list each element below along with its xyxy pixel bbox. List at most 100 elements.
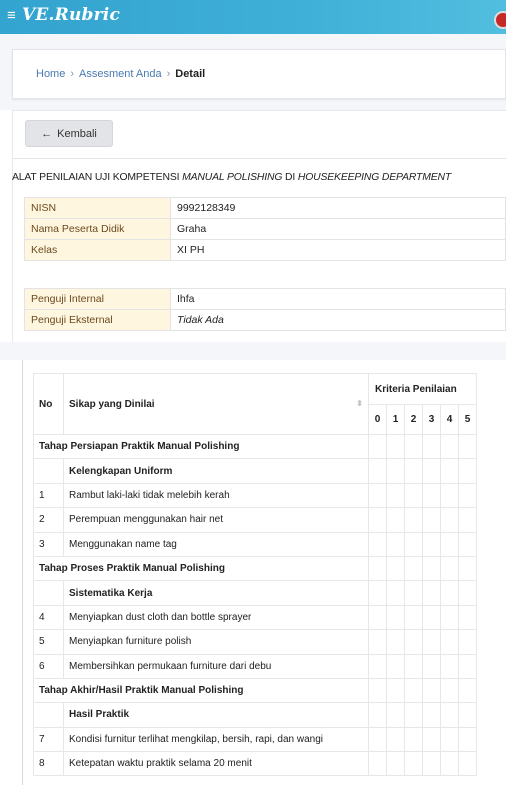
score-cell[interactable]: [404, 482, 423, 509]
score-cell[interactable]: [458, 677, 477, 704]
score-cell[interactable]: [458, 751, 477, 777]
score-cell[interactable]: [368, 458, 387, 484]
score-cell[interactable]: [368, 507, 387, 533]
score-cell[interactable]: [368, 677, 387, 704]
score-cell[interactable]: [404, 751, 423, 777]
score-cell[interactable]: [440, 604, 459, 631]
score-cell[interactable]: [458, 458, 477, 484]
column-header-no[interactable]: No: [33, 373, 64, 435]
score-cell[interactable]: [458, 433, 477, 460]
score-cell[interactable]: [368, 629, 387, 655]
score-cell[interactable]: [404, 555, 423, 582]
score-cell[interactable]: [404, 653, 423, 679]
table-row: Tahap Akhir/Hasil Praktik Manual Polishi…: [33, 677, 477, 704]
score-cell[interactable]: [440, 531, 459, 557]
score-cell[interactable]: [440, 629, 459, 655]
score-cell[interactable]: [422, 702, 441, 728]
score-cell[interactable]: [458, 507, 477, 533]
score-cell[interactable]: [368, 653, 387, 679]
score-cell[interactable]: [386, 702, 405, 728]
score-cell[interactable]: [386, 555, 405, 582]
score-cell[interactable]: [422, 604, 441, 631]
score-cell[interactable]: [440, 580, 459, 606]
score-cell[interactable]: [404, 629, 423, 655]
score-cell[interactable]: [368, 604, 387, 631]
score-cell[interactable]: [368, 433, 387, 460]
score-cell[interactable]: [458, 580, 477, 606]
breadcrumb-assessment[interactable]: Assesment Anda: [79, 68, 162, 80]
score-cell[interactable]: [404, 702, 423, 728]
score-cell[interactable]: [422, 726, 441, 753]
avatar-icon[interactable]: [494, 11, 506, 29]
score-cell[interactable]: [458, 629, 477, 655]
score-cell[interactable]: [386, 751, 405, 777]
score-cell[interactable]: [386, 726, 405, 753]
score-cell[interactable]: [440, 433, 459, 460]
score-cell[interactable]: [386, 433, 405, 460]
score-cell[interactable]: [386, 507, 405, 533]
score-cell[interactable]: [440, 482, 459, 509]
score-cell[interactable]: [440, 677, 459, 704]
score-cell[interactable]: [422, 677, 441, 704]
table-row: Kelengkapan Uniform: [33, 458, 477, 484]
score-cell[interactable]: [440, 702, 459, 728]
score-cell[interactable]: [440, 726, 459, 753]
hamburger-menu-icon[interactable]: ≡: [7, 8, 16, 23]
score-cell[interactable]: [422, 458, 441, 484]
score-cell[interactable]: [422, 653, 441, 679]
score-cell[interactable]: [404, 604, 423, 631]
score-header: 0: [368, 404, 387, 435]
score-cell[interactable]: [422, 629, 441, 655]
score-cell[interactable]: [368, 580, 387, 606]
score-cell[interactable]: [422, 531, 441, 557]
score-cell[interactable]: [386, 580, 405, 606]
breadcrumb-home[interactable]: Home: [36, 68, 65, 80]
score-cell[interactable]: [422, 433, 441, 460]
back-button-label: Kembali: [57, 127, 97, 140]
score-cell[interactable]: [458, 702, 477, 728]
score-cell[interactable]: [368, 482, 387, 509]
back-button[interactable]: ← Kembali: [25, 120, 113, 147]
score-cell[interactable]: [404, 531, 423, 557]
score-cell[interactable]: [386, 629, 405, 655]
score-cell[interactable]: [404, 433, 423, 460]
score-cell[interactable]: [458, 482, 477, 509]
score-cell[interactable]: [404, 507, 423, 533]
score-cell[interactable]: [422, 580, 441, 606]
score-cell[interactable]: [368, 726, 387, 753]
table-row: Hasil Praktik: [33, 702, 477, 728]
score-cell[interactable]: [368, 531, 387, 557]
score-cell[interactable]: [458, 726, 477, 753]
brand-logo[interactable]: VE.Rubric: [22, 5, 120, 25]
score-cell[interactable]: [422, 555, 441, 582]
column-header-attribute[interactable]: ⬍ Sikap yang Dinilai: [63, 373, 369, 435]
score-cell[interactable]: [404, 677, 423, 704]
score-cell[interactable]: [404, 458, 423, 484]
score-cell[interactable]: [368, 555, 387, 582]
score-cell[interactable]: [458, 555, 477, 582]
sort-icon[interactable]: ⬍: [356, 399, 363, 408]
score-cell[interactable]: [440, 751, 459, 777]
score-cell[interactable]: [440, 555, 459, 582]
score-cell[interactable]: [422, 751, 441, 777]
info-label: Penguji Eksternal: [24, 309, 171, 331]
score-cell[interactable]: [440, 653, 459, 679]
score-cell[interactable]: [386, 531, 405, 557]
score-cell[interactable]: [386, 482, 405, 509]
score-cell[interactable]: [458, 531, 477, 557]
score-cell[interactable]: [422, 482, 441, 509]
score-cell[interactable]: [386, 677, 405, 704]
score-cell[interactable]: [386, 653, 405, 679]
score-cell[interactable]: [458, 653, 477, 679]
score-cell[interactable]: [404, 726, 423, 753]
score-cell[interactable]: [368, 751, 387, 777]
score-cell[interactable]: [404, 580, 423, 606]
score-cell[interactable]: [386, 458, 405, 484]
score-cell[interactable]: [458, 604, 477, 631]
score-cell[interactable]: [440, 507, 459, 533]
score-cell[interactable]: [440, 458, 459, 484]
table-row: Sistematika Kerja: [33, 580, 477, 606]
score-cell[interactable]: [386, 604, 405, 631]
score-cell[interactable]: [422, 507, 441, 533]
score-cell[interactable]: [368, 702, 387, 728]
